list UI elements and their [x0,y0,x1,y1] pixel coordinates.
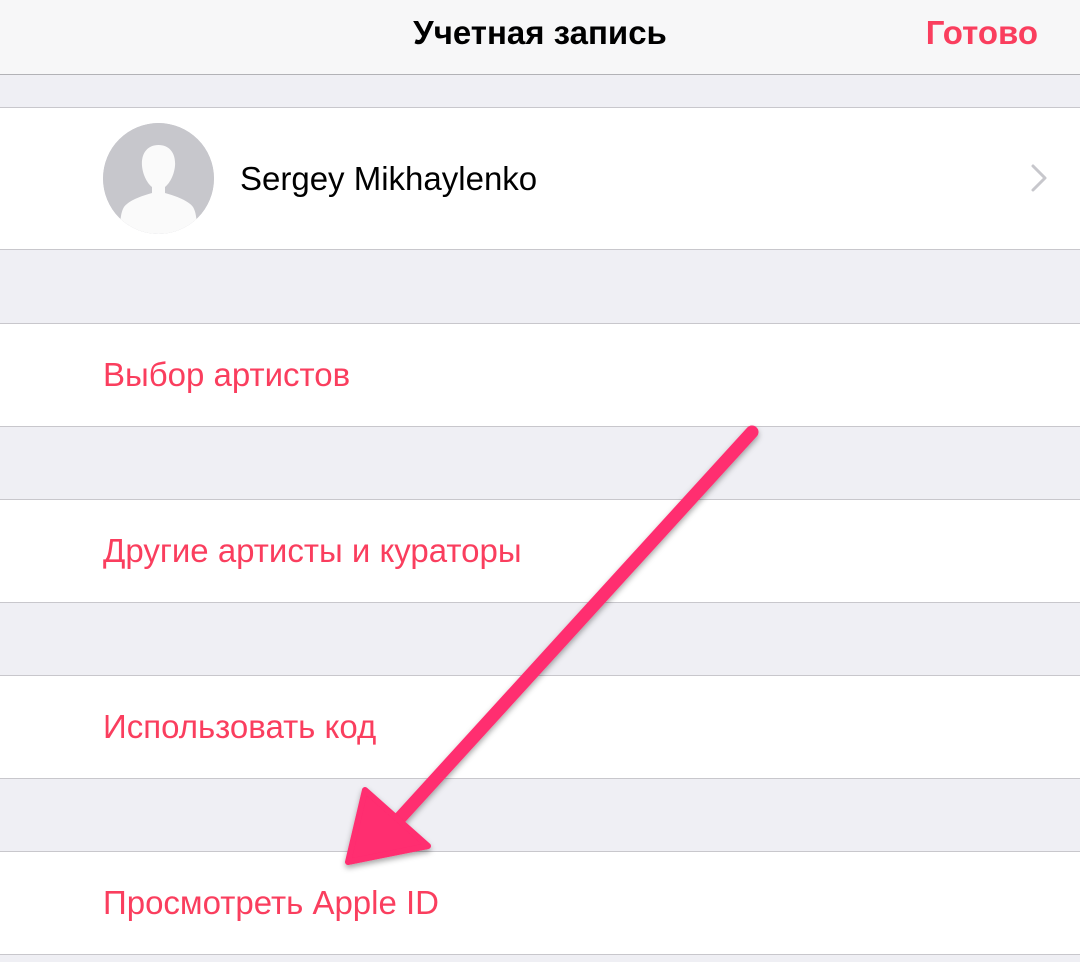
chevron-right-icon [1031,164,1047,192]
menu-item-view-apple-id[interactable]: Просмотреть Apple ID [0,851,1080,955]
menu-item-other-artists-curators[interactable]: Другие артисты и кураторы [0,499,1080,603]
menu-item-choose-artists[interactable]: Выбор артистов [0,323,1080,427]
profile-row[interactable]: Sergey Mikhaylenko [0,107,1080,250]
menu-item-label: Использовать код [103,708,377,745]
page-title: Учетная запись [413,14,667,51]
person-silhouette-icon [103,123,214,234]
menu-item-label: Другие артисты и кураторы [103,532,522,569]
profile-name: Sergey Mikhaylenko [240,160,538,197]
menu-item-label: Просмотреть Apple ID [103,884,440,921]
avatar [103,123,214,234]
menu-item-redeem-code[interactable]: Использовать код [0,675,1080,779]
done-button[interactable]: Готово [926,0,1038,75]
menu-item-label: Выбор артистов [103,356,351,393]
navigation-bar: Учетная запись Готово [0,0,1080,75]
